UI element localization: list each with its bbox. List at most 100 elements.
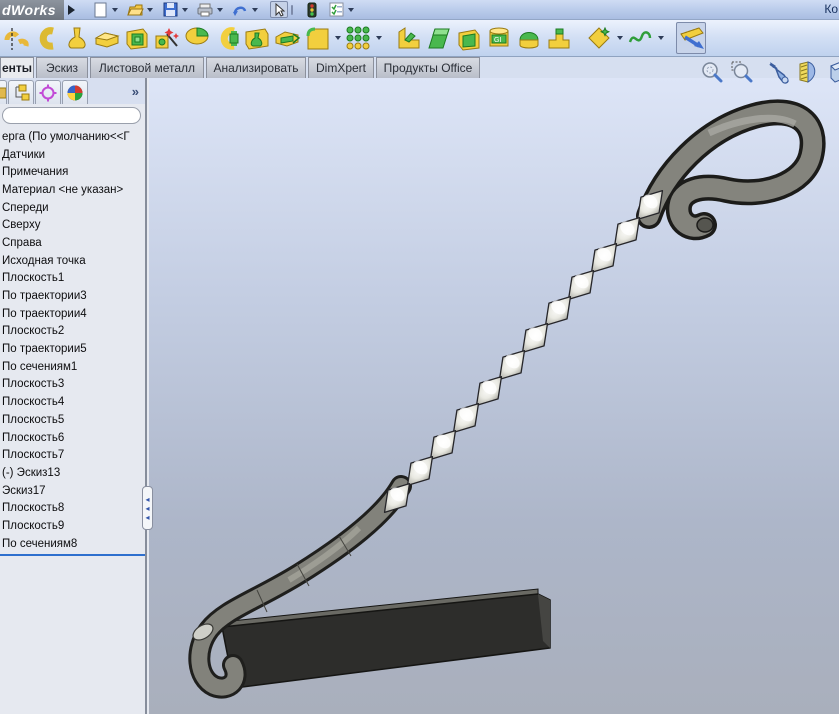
tab-office-products[interactable]: Продукты Office bbox=[376, 57, 480, 78]
rebuild-traffic-light-icon[interactable] bbox=[303, 1, 321, 18]
tree-item-part-name[interactable]: ерга (По умолчанию<<Г bbox=[0, 128, 145, 146]
svg-text:GI: GI bbox=[494, 37, 501, 44]
featuremanager-tab-icon[interactable] bbox=[0, 80, 7, 104]
rib-icon[interactable] bbox=[394, 22, 424, 54]
tree-item-sketch17[interactable]: Эскиз17 bbox=[0, 482, 145, 500]
poker-handle-loop[interactable] bbox=[649, 112, 813, 232]
boundary-boss-icon[interactable] bbox=[92, 22, 122, 54]
view-orientation-icon[interactable] bbox=[826, 60, 839, 84]
tree-item-material[interactable]: Материал <не указан> bbox=[0, 181, 145, 199]
new-dropdown-icon[interactable] bbox=[112, 8, 118, 12]
swept-boss-icon[interactable] bbox=[32, 22, 62, 54]
save-dropdown-icon[interactable] bbox=[182, 8, 188, 12]
pattern-dropdown-icon[interactable] bbox=[376, 36, 382, 40]
tree-item-plane7[interactable]: Плоскость7 bbox=[0, 446, 145, 464]
tree-item-front-plane[interactable]: Спереди bbox=[0, 199, 145, 217]
save-icon[interactable] bbox=[161, 1, 179, 18]
tab-sheet-metal[interactable]: Листовой металл bbox=[90, 57, 204, 78]
tree-item-plane1[interactable]: Плоскость1 bbox=[0, 270, 145, 288]
features-toolbar: GI bbox=[0, 20, 839, 57]
options-checklist-icon[interactable] bbox=[327, 1, 345, 18]
graphics-viewport[interactable] bbox=[149, 78, 839, 714]
open-dropdown-icon[interactable] bbox=[147, 8, 153, 12]
tab-dimxpert[interactable]: DimXpert bbox=[308, 57, 374, 78]
fillet-dropdown-icon[interactable] bbox=[335, 36, 341, 40]
select-dropdown-icon[interactable] bbox=[291, 5, 293, 15]
print-icon[interactable] bbox=[196, 1, 214, 18]
tree-item-plane4[interactable]: Плоскость4 bbox=[0, 393, 145, 411]
print-dropdown-icon[interactable] bbox=[217, 8, 223, 12]
select-cursor-icon[interactable] bbox=[270, 1, 288, 18]
rollback-bar[interactable] bbox=[0, 554, 145, 556]
3d-model-poker[interactable] bbox=[149, 78, 839, 714]
document-title-fragment: Ко bbox=[824, 2, 838, 16]
featuremanager-tab-strip: » bbox=[0, 78, 145, 104]
linear-pattern-icon[interactable] bbox=[343, 22, 373, 54]
tab-sketch[interactable]: Эскиз bbox=[36, 57, 88, 78]
reference-geometry-icon[interactable] bbox=[584, 22, 614, 54]
undo-icon[interactable] bbox=[231, 1, 249, 18]
extruded-cut-icon[interactable] bbox=[122, 22, 152, 54]
dimxpertmanager-tab-icon[interactable] bbox=[35, 80, 61, 104]
tree-item-plane8[interactable]: Плоскость8 bbox=[0, 499, 145, 517]
zoom-to-fit-icon[interactable] bbox=[700, 60, 724, 84]
dome-icon[interactable] bbox=[514, 22, 544, 54]
tree-item-sweep3[interactable]: По траектории3 bbox=[0, 287, 145, 305]
configurationmanager-tab-icon[interactable] bbox=[8, 80, 34, 104]
feature-tree: ерга (По умолчанию<<Г Датчики Примечания… bbox=[0, 128, 145, 556]
tree-item-annotations[interactable]: Примечания bbox=[0, 163, 145, 181]
tab-evaluate[interactable]: Анализировать bbox=[206, 57, 306, 78]
menu-expand-icon[interactable] bbox=[68, 5, 75, 15]
instant3d-icon[interactable] bbox=[676, 22, 706, 54]
tree-item-plane3[interactable]: Плоскость3 bbox=[0, 376, 145, 394]
tree-item-top-plane[interactable]: Сверху bbox=[0, 216, 145, 234]
featuremanager-filter-input[interactable] bbox=[2, 107, 141, 124]
tree-item-sensors[interactable]: Датчики bbox=[0, 146, 145, 164]
shell-icon[interactable] bbox=[454, 22, 484, 54]
tree-item-loft1[interactable]: По сечениям1 bbox=[0, 358, 145, 376]
new-file-icon[interactable] bbox=[91, 1, 109, 18]
panel-overflow-chevron[interactable]: » bbox=[132, 84, 139, 99]
tree-item-plane2[interactable]: Плоскость2 bbox=[0, 323, 145, 341]
tree-item-plane5[interactable]: Плоскость5 bbox=[0, 411, 145, 429]
tree-item-sweep4[interactable]: По траектории4 bbox=[0, 305, 145, 323]
swept-cut-icon[interactable] bbox=[212, 22, 242, 54]
draft-icon[interactable] bbox=[424, 22, 454, 54]
boundary-cut-icon[interactable] bbox=[272, 22, 302, 54]
solidworks-window: dWorks Ко bbox=[0, 0, 839, 714]
tree-item-origin[interactable]: Исходная точка bbox=[0, 252, 145, 270]
options-dropdown-icon[interactable] bbox=[348, 8, 354, 12]
lofted-boss-icon[interactable] bbox=[62, 22, 92, 54]
logo-text: dWorks bbox=[2, 2, 56, 18]
featuremanager-panel: » ерга (По умолчанию<<Г Датчики Примечан… bbox=[0, 78, 147, 714]
revolved-boss-icon[interactable] bbox=[2, 22, 32, 54]
revolved-cut-icon[interactable] bbox=[182, 22, 212, 54]
wrap-icon[interactable]: GI bbox=[484, 22, 514, 54]
hole-wizard-icon[interactable] bbox=[152, 22, 182, 54]
poker-blade[interactable] bbox=[222, 589, 550, 688]
solidworks-logo: dWorks bbox=[0, 0, 64, 20]
headsup-view-toolbar bbox=[700, 60, 839, 84]
tree-item-loft8[interactable]: По сечениям8 bbox=[0, 535, 145, 553]
open-icon[interactable] bbox=[126, 1, 144, 18]
tree-item-right-plane[interactable]: Справа bbox=[0, 234, 145, 252]
undo-dropdown-icon[interactable] bbox=[252, 8, 258, 12]
tree-item-plane6[interactable]: Плоскость6 bbox=[0, 429, 145, 447]
reference-geometry-dropdown-icon[interactable] bbox=[617, 36, 623, 40]
lofted-cut-icon[interactable] bbox=[242, 22, 272, 54]
curves-dropdown-icon[interactable] bbox=[658, 36, 664, 40]
tab-features[interactable]: енты bbox=[0, 57, 34, 78]
tree-item-sweep5[interactable]: По траектории5 bbox=[0, 340, 145, 358]
poker-twisted-shaft[interactable] bbox=[375, 183, 671, 520]
tree-item-plane9[interactable]: Плоскость9 bbox=[0, 517, 145, 535]
curves-icon[interactable] bbox=[625, 22, 655, 54]
zoom-to-area-icon[interactable] bbox=[730, 60, 754, 84]
panel-collapse-handle[interactable]: ◂ ◂ ◂ bbox=[142, 486, 153, 530]
freeform-icon[interactable] bbox=[544, 22, 574, 54]
section-view-icon[interactable] bbox=[796, 60, 820, 84]
fillet-icon[interactable] bbox=[302, 22, 332, 54]
previous-view-icon[interactable] bbox=[766, 60, 790, 84]
title-bar: dWorks Ко bbox=[0, 0, 839, 20]
tree-item-sketch13[interactable]: (-) Эскиз13 bbox=[0, 464, 145, 482]
displaymanager-tab-icon[interactable] bbox=[62, 80, 88, 104]
